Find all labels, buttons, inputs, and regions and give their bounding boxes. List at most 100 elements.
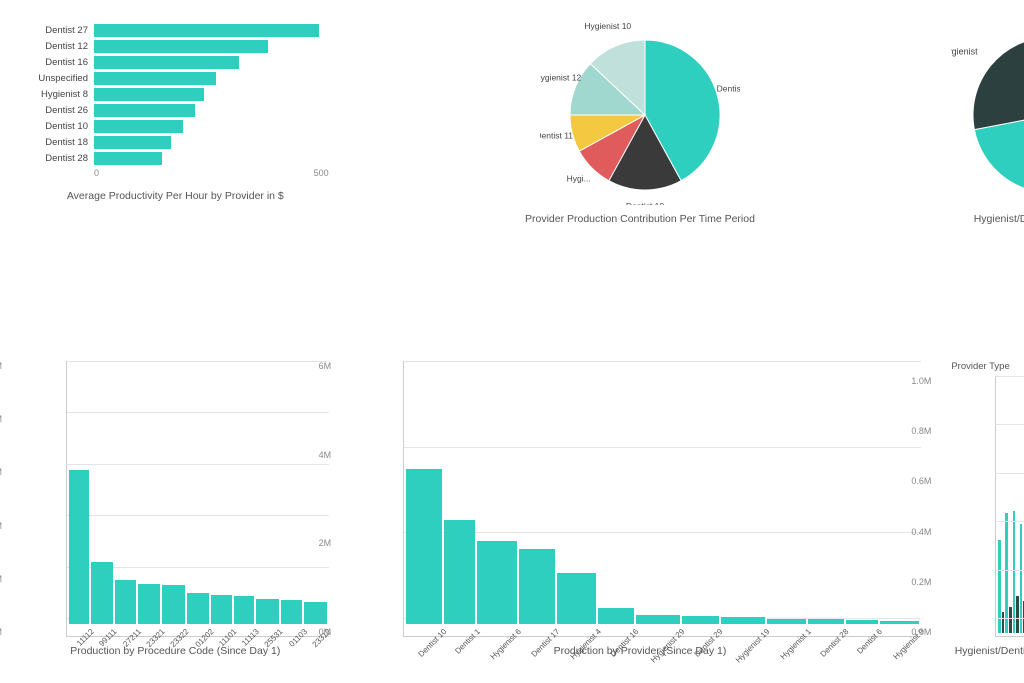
vbar-col: 23322	[162, 585, 184, 636]
vbar-ylabel: 0.0M	[911, 627, 931, 637]
hbar-track	[94, 120, 329, 133]
hbar-track	[94, 152, 329, 165]
pie2-title: Hygienist/Dentist Production Split	[974, 213, 1024, 225]
vbar-bar	[444, 520, 476, 624]
vbar-col: 23321	[138, 584, 160, 636]
vbar-col: 27211	[115, 580, 137, 636]
grouped-chart-container: Provider Type Dr Hygienist 1.0M0.8M0.6M0…	[941, 353, 1024, 671]
vbar-bar	[211, 595, 232, 624]
vbar-ylabel: 2M	[319, 538, 332, 548]
hbar-fill	[94, 24, 319, 37]
vbar-col: Dentist 29	[682, 616, 718, 636]
vbar-ylabel: 0.6M	[911, 476, 931, 486]
vbar-bar	[767, 619, 807, 624]
vbar-bar	[557, 573, 597, 624]
hyg-bar	[1016, 596, 1019, 633]
vbar-col: Dentist 1	[444, 520, 476, 636]
hbar-label: Dentist 26	[22, 105, 94, 116]
dr-bar	[998, 540, 1001, 633]
grouped-title: Hygienist/Dentist Production Split by Ye…	[955, 645, 1024, 657]
grouped-bar-col	[1020, 524, 1024, 636]
vbar-xlab: Dentist 10	[416, 627, 448, 659]
vbar-bar	[682, 616, 718, 624]
pie1-wrapper: Dentist 12Dentist 10Hygi...Dentist 11Hyg…	[540, 20, 740, 205]
vbar-bar	[69, 470, 89, 624]
pie-label: Hygi...	[567, 173, 591, 183]
vbar-col: 01103	[281, 600, 303, 636]
vbar-col: Dentist 16	[598, 608, 634, 636]
vbar-col: Dentist 10	[406, 469, 442, 636]
vbar-ylabel: 0.8M	[911, 426, 931, 436]
vbar-ylabel: 2.5M	[0, 361, 2, 371]
dr-bar	[1013, 511, 1016, 633]
vbar-col: 01202	[187, 593, 209, 636]
hbar-label: Dentist 28	[22, 153, 94, 164]
vbar-ylabel: 0M	[319, 627, 332, 637]
vbar-ylabel: 1.0M	[911, 376, 931, 386]
hbar-row: Dentist 16	[22, 56, 329, 69]
vbar-yaxis: 1.0M0.8M0.6M0.4M0.2M0.0M	[911, 376, 931, 637]
pie-label: Hygienist 10	[584, 21, 631, 31]
hbar-chart-container: Dentist 27 Dentist 12 Dentist 16 Unspeci…	[12, 12, 339, 343]
pie1-title: Provider Production Contribution Per Tim…	[525, 213, 755, 225]
hyg-bar	[1009, 607, 1012, 633]
hbar-fill	[94, 104, 195, 117]
hbar-chart: Dentist 27 Dentist 12 Dentist 16 Unspeci…	[22, 20, 329, 182]
pie2-wrapper: DoctorHygienist	[951, 20, 1024, 205]
dashboard: Dentist 27 Dentist 12 Dentist 16 Unspeci…	[0, 0, 1024, 683]
hbar-row: Hygienist 8	[22, 88, 329, 101]
vbar-ylabel: 0.5M	[0, 574, 2, 584]
vbar-area: 11112 99111 27211 23321 23322 01202 1110…	[66, 361, 329, 637]
grouped-legend: Provider Type Dr Hygienist	[951, 361, 1024, 372]
vbar-col: Dentist 28	[808, 619, 844, 636]
grouped-bar-pair	[1005, 513, 1011, 633]
legend-title: Provider Type	[951, 361, 1009, 372]
pie2-chart-container: DoctorHygienist Hygienist/Dentist Produc…	[941, 12, 1024, 343]
vbar-xlab: Dentist 1	[453, 627, 482, 656]
vbar-bar	[256, 599, 278, 624]
vbar-xlab: Hygienist 6	[489, 627, 523, 661]
hbar-track	[94, 24, 329, 37]
vbar1-chart-container: 2.5M2.0M1.5M1.0M0.5M0.0M 11112 99111 272…	[12, 353, 339, 671]
vbar-ylabel: 0.0M	[0, 627, 2, 637]
hbar-track	[94, 56, 329, 69]
hbar-row: Unspecified	[22, 72, 329, 85]
vbar-ylabel: 6M	[319, 361, 332, 371]
hbar-label: Dentist 12	[22, 41, 94, 52]
dr-bar	[1020, 524, 1023, 633]
hbar-track	[94, 104, 329, 117]
hbar-fill	[94, 56, 239, 69]
vbar2-chart-container: 6M4M2M0M Dentist 10 Dentist 1 Hygienist …	[349, 353, 932, 671]
pie-label: Dentist 11	[540, 130, 573, 140]
hbar-row: Dentist 12	[22, 40, 329, 53]
vbar-bar	[281, 600, 303, 624]
grouped-bar-area: 2010	[995, 376, 1024, 637]
hbar-fill	[94, 136, 171, 149]
vbar-bar	[636, 615, 680, 624]
dr-bar	[1005, 513, 1008, 633]
hbar-label: Dentist 27	[22, 25, 94, 36]
vbar-col: Dentist 17	[519, 549, 555, 636]
vbar-xlab: Dentist 6	[855, 627, 884, 656]
vbar-col: Hygienist 1	[767, 619, 807, 636]
vbar-bar	[162, 585, 184, 624]
grouped-bar-pair	[998, 540, 1004, 633]
hbar-axis: 0 500	[94, 168, 329, 178]
vbar-xlab: Dentist 28	[819, 627, 851, 659]
vbar-bar	[138, 584, 160, 624]
hbar-row: Dentist 26	[22, 104, 329, 117]
hbar-row: Dentist 28	[22, 152, 329, 165]
vbar-bar	[477, 541, 517, 624]
vbar-xlab: Hygienist 1	[778, 627, 812, 661]
vbar-bar	[721, 617, 765, 624]
pie2-slice	[973, 37, 1024, 130]
hbar-fill	[94, 72, 216, 85]
grouped-wrapper: 1.0M0.8M0.6M0.4M0.2M0.0M	[951, 376, 1024, 637]
hbar-track	[94, 88, 329, 101]
vbar-ylabel: 2.0M	[0, 414, 2, 424]
pie-label: Dentist 10	[626, 201, 665, 205]
hbar-label: Dentist 10	[22, 121, 94, 132]
pie2-svg: DoctorHygienist	[951, 20, 1024, 205]
vbar-col: Hygienist 29	[636, 615, 680, 636]
vbar-col: Hygienist 6	[477, 541, 517, 636]
